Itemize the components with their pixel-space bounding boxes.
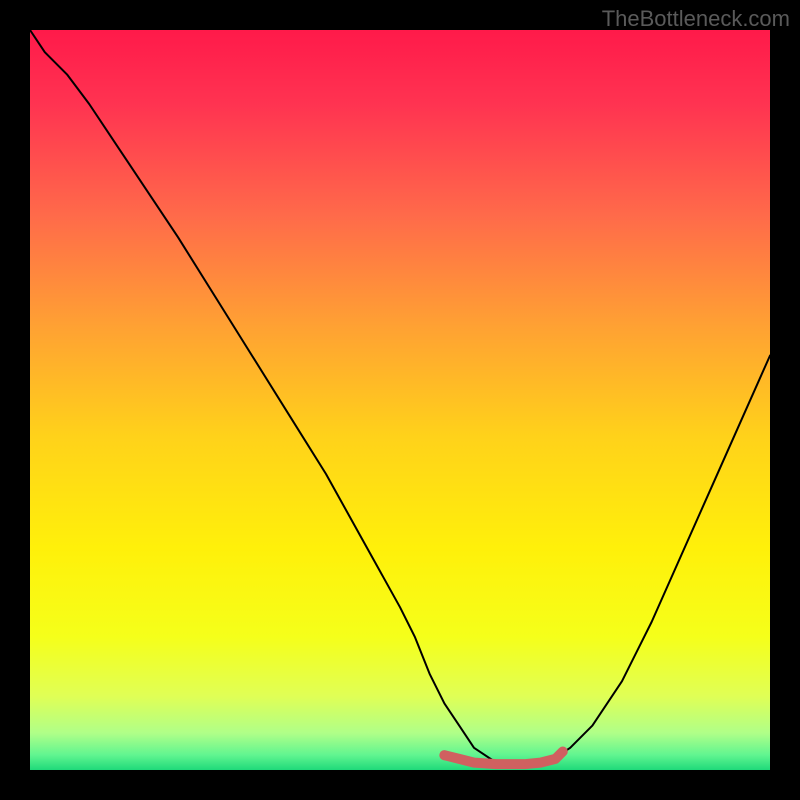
watermark-text: TheBottleneck.com: [602, 6, 790, 32]
chart-container: [30, 30, 770, 770]
chart-lines-overlay: [30, 30, 770, 770]
bottleneck-curve: [30, 30, 770, 766]
optimal-range-marker: [444, 752, 562, 765]
optimal-point-marker: [439, 750, 449, 760]
